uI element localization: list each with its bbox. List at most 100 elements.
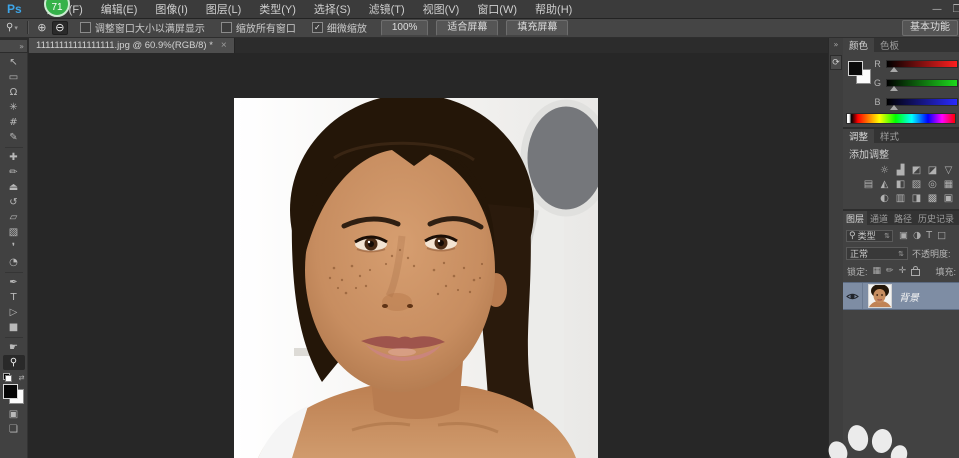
zoom-tool-preset[interactable]: ⚲ ▾ [6, 22, 18, 33]
filter-adjustment-icon[interactable]: ◑ [913, 230, 921, 241]
maximize-button[interactable]: ❐ [947, 4, 959, 15]
workspace-switcher-button[interactable]: 基本功能 [902, 20, 958, 36]
tool-move[interactable]: ↖ [3, 55, 25, 70]
checkbox-zoom-all-windows[interactable]: 缩放所有窗口 [221, 20, 296, 35]
tab-layers[interactable]: 图层 [843, 211, 867, 225]
tools-panel-collapse[interactable]: » [0, 40, 27, 52]
tab-swatches[interactable]: 色板 [874, 38, 905, 52]
channel-thumb-b[interactable] [890, 105, 898, 110]
checkbox-scrubby-zoom[interactable]: ✓细微缩放 [312, 20, 367, 35]
tool-hand[interactable]: ☛ [3, 340, 25, 355]
document-tab[interactable]: 11111111111111111.jpg @ 60.9%(RGB/8) * × [29, 38, 235, 53]
menu-item-view[interactable]: 视图(V) [414, 0, 469, 18]
color-spectrum-ramp[interactable] [846, 113, 956, 124]
adjustment-brightness-contrast[interactable]: ☼ [878, 164, 891, 176]
tool-pen[interactable]: ✒ [3, 275, 25, 290]
button-fill-screen[interactable]: 填充屏幕 [506, 20, 568, 36]
tool-clone-stamp[interactable]: ⏏ [3, 180, 25, 195]
adjustment-color-lookup[interactable]: ▦ [942, 178, 955, 190]
tool-options-bar: ⚲ ▾ ⊕ ⊖ 调整窗口大小以满屏显示 缩放所有窗口 ✓细微缩放 100% 适合屏幕填… [0, 18, 959, 38]
tab-paths[interactable]: 路径 [891, 211, 915, 225]
adjustment-channel-mixer[interactable]: ◎ [926, 178, 939, 190]
tool-crop[interactable]: # [3, 115, 25, 130]
menu-item-type[interactable]: 类型(Y) [250, 0, 305, 18]
tool-blur[interactable]: ❜ [3, 240, 25, 255]
tool-history-brush[interactable]: ↺ [3, 195, 25, 210]
zoom-out-button[interactable]: ⊖ [52, 21, 68, 35]
tool-spot-healing[interactable]: ✚ [3, 150, 25, 165]
tab-adjustments[interactable]: 调整 [843, 129, 874, 143]
button-zoom-100[interactable]: 100% [381, 20, 429, 36]
tab-color[interactable]: 颜色 [843, 38, 874, 52]
checkbox-box-resize-windows[interactable] [80, 22, 91, 33]
layer-row-background[interactable]: 背景 [843, 282, 959, 310]
lock-all-icon[interactable] [911, 269, 920, 276]
canvas-photo[interactable] [234, 98, 598, 458]
channel-thumb-r[interactable] [890, 67, 898, 72]
checkbox-box-scrubby-zoom[interactable]: ✓ [312, 22, 323, 33]
history-panel-icon[interactable]: ⟳ [830, 55, 842, 70]
panel-foreground-swatch[interactable] [848, 61, 863, 76]
expand-dock-icon[interactable]: » [829, 40, 843, 49]
tool-path-selection[interactable]: ▷ [3, 305, 25, 320]
checkbox-box-zoom-all-windows[interactable] [221, 22, 232, 33]
tool-dodge[interactable]: ◔ [3, 255, 25, 270]
tool-brush[interactable]: ✏ [3, 165, 25, 180]
filter-type-icon[interactable]: T [926, 230, 932, 241]
menu-item-layer[interactable]: 图层(L) [197, 0, 250, 18]
tool-quick-selection[interactable]: ✳ [3, 100, 25, 115]
tool-zoom[interactable]: ⚲ [3, 355, 25, 370]
foreground-color-swatch[interactable] [3, 384, 18, 399]
adjustment-gradient-map[interactable]: ▩ [926, 192, 939, 204]
layer-filter-dropdown[interactable]: ⚲ 类型 ⇅ [846, 230, 893, 242]
adjustment-levels[interactable]: ▟ [894, 164, 907, 176]
channel-thumb-g[interactable] [890, 86, 898, 91]
menu-item-image[interactable]: 图像(I) [146, 0, 196, 18]
screen-mode-button[interactable]: ❏ [3, 422, 25, 437]
tab-styles[interactable]: 样式 [874, 129, 905, 143]
adjustment-exposure[interactable]: ◪ [926, 164, 939, 176]
menu-item-help[interactable]: 帮助(H) [526, 0, 581, 18]
adjustment-curves[interactable]: ◩ [910, 164, 923, 176]
tool-eraser[interactable]: ▱ [3, 210, 25, 225]
tab-channels[interactable]: 通道 [867, 211, 891, 225]
adjustment-vibrance[interactable]: ▽ [942, 164, 955, 176]
quick-mask-button[interactable]: ▣ [3, 407, 25, 422]
layer-visibility-toggle[interactable] [843, 283, 863, 309]
tool-marquee[interactable]: ▭ [3, 70, 25, 85]
menu-item-window[interactable]: 窗口(W) [468, 0, 526, 18]
adjustment-color-balance[interactable]: ◭ [878, 178, 891, 190]
adjustment-posterize[interactable]: ▥ [894, 192, 907, 204]
adjustment-black-white[interactable]: ◧ [894, 178, 907, 190]
tool-gradient[interactable]: ▧ [3, 225, 25, 240]
default-colors-icon[interactable] [3, 373, 12, 382]
adjustment-threshold[interactable]: ◨ [910, 192, 923, 204]
zoom-in-button[interactable]: ⊕ [34, 21, 50, 35]
menu-bar: Ps 文件(F)编辑(E)图像(I)图层(L)类型(Y)选择(S)滤镜(T)视图… [0, 0, 959, 19]
adjustment-invert[interactable]: ◐ [878, 192, 891, 204]
menu-item-select[interactable]: 选择(S) [305, 0, 360, 18]
lock-position-icon[interactable]: ✛ [899, 266, 907, 276]
filter-shape-icon[interactable]: □ [937, 230, 946, 241]
tool-eyedropper[interactable]: ✎ [3, 130, 25, 145]
adjustment-selective-color[interactable]: ▣ [942, 192, 955, 204]
filter-pixel-icon[interactable]: ▣ [899, 230, 908, 241]
swap-colors-icon[interactable]: ⇄ [19, 374, 25, 382]
zoom-action-buttons: 100% 适合屏幕填充屏幕 [381, 20, 569, 36]
adjustment-hue-saturation[interactable]: ▤ [862, 178, 875, 190]
adjustment-photo-filter[interactable]: ▨ [910, 178, 923, 190]
tool-lasso[interactable]: Ω [3, 85, 25, 100]
close-tab-icon[interactable]: × [221, 40, 227, 51]
lock-pixels-icon[interactable]: ✏ [886, 266, 894, 276]
tool-type[interactable]: T [3, 290, 25, 305]
checkbox-resize-windows[interactable]: 调整窗口大小以满屏显示 [80, 20, 205, 35]
minimize-button[interactable]: — [927, 4, 947, 15]
tool-shape[interactable]: ■ [3, 320, 25, 335]
button-fit-screen[interactable]: 适合屏幕 [436, 20, 498, 36]
menu-item-edit[interactable]: 编辑(E) [92, 0, 147, 18]
blend-mode-dropdown[interactable]: 正常 ⇅ [846, 247, 908, 260]
layer-thumbnail[interactable] [868, 284, 892, 308]
lock-transparency-icon[interactable]: ▦ [873, 266, 882, 276]
menu-item-filter[interactable]: 滤镜(T) [360, 0, 414, 18]
tab-history[interactable]: 历史记录 [915, 211, 957, 225]
